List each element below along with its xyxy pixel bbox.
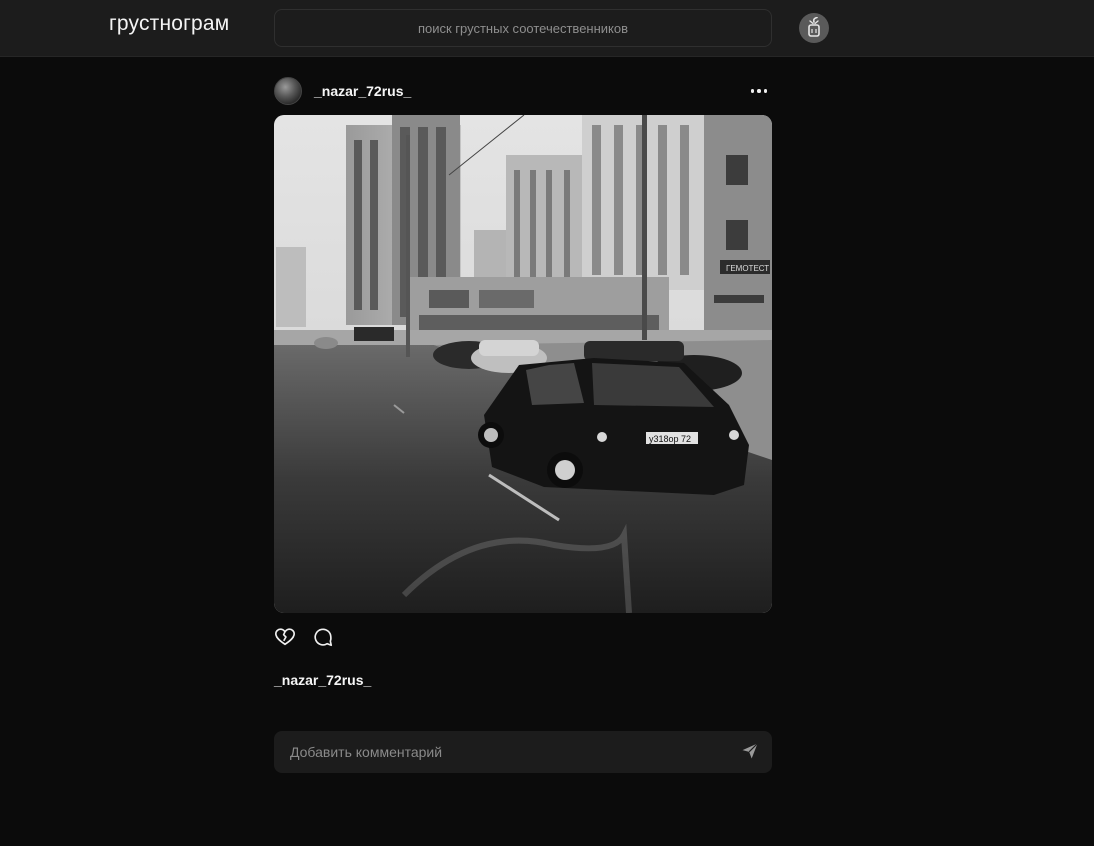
comment-form: [274, 731, 772, 773]
app-logo[interactable]: грустнограм: [109, 12, 229, 36]
post-actions: [274, 626, 474, 650]
more-options-button[interactable]: [748, 81, 770, 101]
post-photo[interactable]: ГЕМОТЕСТ у318ор 72: [274, 115, 772, 613]
comment-bubble-icon[interactable]: [312, 626, 334, 648]
search-input[interactable]: [274, 9, 772, 47]
broken-heart-icon[interactable]: [274, 626, 296, 648]
send-icon[interactable]: [740, 741, 760, 761]
caption-username[interactable]: _nazar_72rus_: [274, 672, 371, 688]
license-plate: у318ор 72: [649, 434, 691, 444]
comment-input[interactable]: [290, 731, 730, 773]
more-dots-icon: [750, 89, 755, 93]
street-photo-illustration: ГЕМОТЕСТ у318ор 72: [274, 115, 772, 613]
apple-icon: [808, 17, 820, 37]
post-header: _nazar_72rus_: [274, 77, 772, 105]
avatar[interactable]: [274, 77, 302, 105]
profile-button[interactable]: [799, 13, 829, 43]
post-username[interactable]: _nazar_72rus_: [314, 83, 411, 99]
top-navigation-bar: грустнограм: [0, 0, 1094, 57]
shop-sign: ГЕМОТЕСТ: [726, 264, 769, 273]
